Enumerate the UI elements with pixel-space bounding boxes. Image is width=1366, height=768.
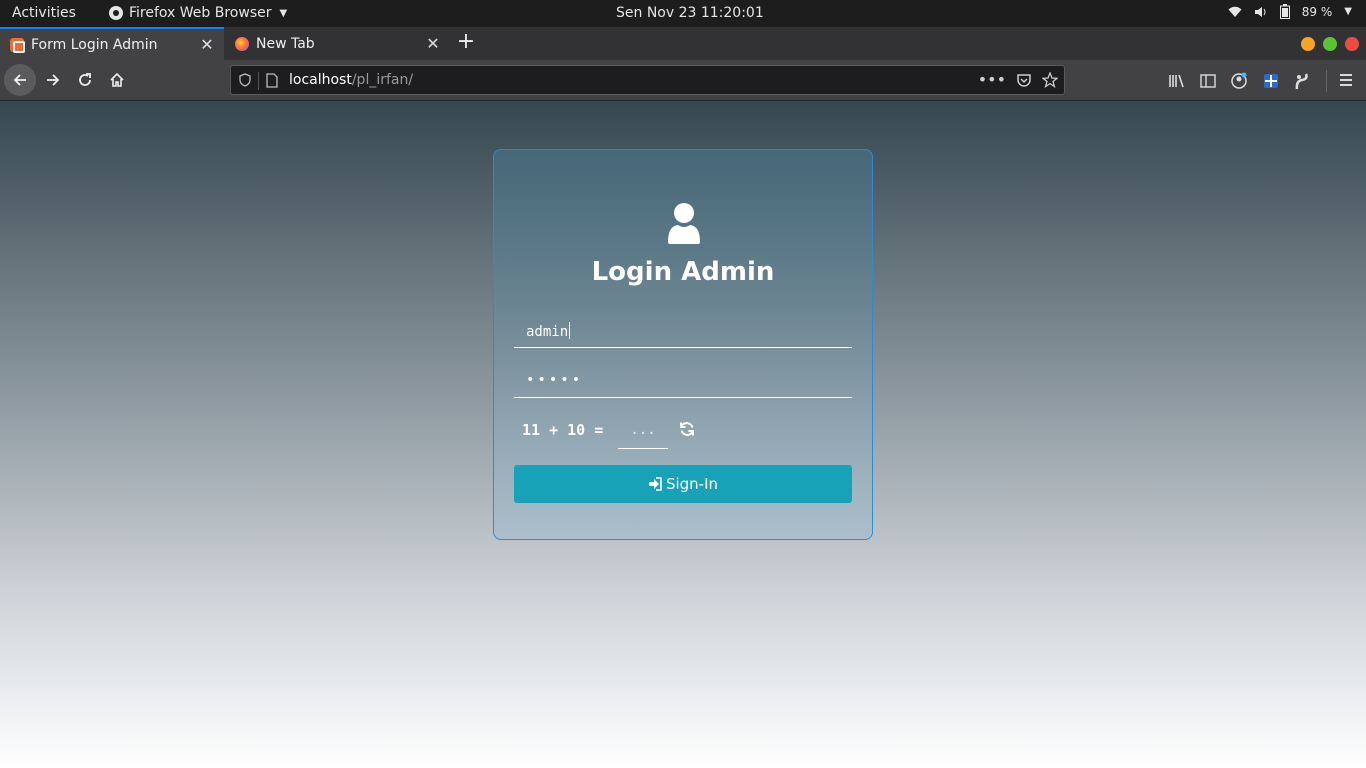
toolbar-icons [1168,70,1327,92]
battery-percentage: 89 % [1301,4,1333,19]
reload-button[interactable] [69,64,101,96]
sign-in-label: Sign-In [665,475,719,493]
password-input[interactable]: ••••• [514,362,852,398]
url-divider [258,72,259,90]
navigation-bar: localhost/pl_irfan/ ••• [0,60,1366,101]
gnome-extension-icon[interactable] [1294,72,1310,90]
home-button[interactable] [101,64,133,96]
url-text[interactable]: localhost/pl_irfan/ [289,72,413,88]
volume-icon [1254,6,1268,18]
app-menu-label: Firefox Web Browser [129,5,272,21]
login-title: Login Admin [591,257,775,287]
account-icon[interactable] [1230,72,1248,90]
maximize-button[interactable] [1323,37,1337,51]
pocket-icon[interactable] [1016,72,1032,88]
sidebar-icon[interactable] [1200,73,1216,89]
xampp-favicon-icon [10,37,25,53]
user-icon [668,203,700,244]
home-icon [110,72,124,87]
clock[interactable]: Sen Nov 23 11:20:01 [616,5,764,21]
tab-new-tab[interactable]: New Tab ✕ [225,27,450,60]
reload-icon [79,73,91,86]
system-tray[interactable]: 89 % ▼ [1228,4,1352,19]
close-icon[interactable]: ✕ [196,35,218,54]
url-host: localhost [289,72,352,88]
sign-in-icon [648,477,662,491]
wifi-icon [1228,6,1242,18]
activities-button[interactable]: Activities [12,5,76,21]
page-actions-icon[interactable]: ••• [978,70,1006,89]
tab-label: New Tab [256,35,315,52]
captcha-placeholder: ... [630,422,656,438]
battery-icon [1279,4,1290,19]
username-input[interactable]: admin [514,312,852,348]
back-button[interactable] [4,64,36,96]
new-tab-button[interactable]: + [455,31,477,55]
captcha-input[interactable]: ... [618,413,668,449]
chevron-down-icon: ▼ [279,7,288,19]
tab-strip: Form Login Admin ✕ New Tab ✕ + [0,27,1366,60]
bookmark-star-icon[interactable] [1042,71,1058,88]
login-card: Login Admin admin ••••• 11 + 10 = ... Si… [493,149,873,540]
captcha-question: 11 + 10 = [522,421,604,439]
page-content: Login Admin admin ••••• 11 + 10 = ... Si… [0,101,1366,768]
sign-in-button[interactable]: Sign-In [514,465,852,503]
close-window-button[interactable] [1345,37,1359,51]
app-menu[interactable]: Firefox Web Browser ▼ [109,5,287,21]
tab-form-login-admin[interactable]: Form Login Admin ✕ [0,27,224,60]
firefox-icon [109,6,123,20]
chevron-down-icon: ▼ [1344,6,1352,17]
library-icon[interactable] [1168,73,1186,89]
menu-button[interactable] [1338,72,1354,92]
toolbar-divider [1326,70,1327,92]
refresh-icon[interactable] [679,421,695,437]
close-icon[interactable]: ✕ [422,34,444,53]
text-cursor [569,322,571,339]
minimize-button[interactable] [1301,37,1315,51]
shield-icon[interactable] [239,73,251,87]
url-bar[interactable]: localhost/pl_irfan/ ••• [230,65,1065,95]
extension-icon[interactable] [1262,72,1280,90]
password-value: ••••• [526,372,584,388]
firefox-icon [235,36,249,51]
system-top-bar: Activities Firefox Web Browser ▼ Sen Nov… [0,0,1366,27]
username-value: admin [526,324,569,340]
back-icon [13,74,26,86]
url-actions: ••• [978,70,1058,89]
hamburger-menu-icon [1340,74,1352,86]
tab-label: Form Login Admin [31,36,158,53]
forward-button[interactable] [37,64,69,96]
url-path: /pl_irfan/ [351,72,414,88]
page-info-icon[interactable] [266,73,278,88]
forward-icon [47,74,60,86]
